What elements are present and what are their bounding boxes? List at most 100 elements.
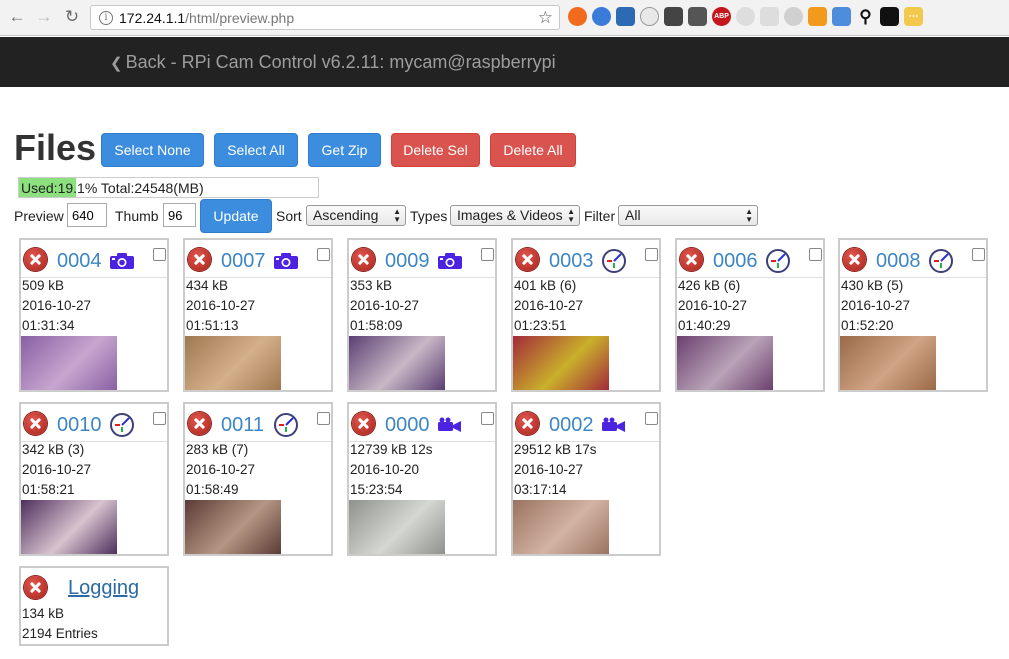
extension-icon[interactable] <box>760 7 779 26</box>
types-select-value: Images & Videos <box>457 207 563 223</box>
card-header: 0008 <box>840 240 986 278</box>
browser-toolbar: ← → ↻ i 172.24.1.1/html/preview.php ☆ AB… <box>0 0 1009 36</box>
file-size: 29512 kB 17s <box>514 442 597 457</box>
delete-icon[interactable] <box>516 412 539 435</box>
timelapse-icon <box>601 248 627 279</box>
select-checkbox[interactable] <box>153 248 166 261</box>
file-card: 0003 401 kB (6) 2016-10-27 01:23:51 <box>511 238 661 392</box>
select-none-button[interactable]: Select None <box>101 133 204 167</box>
thumbnail-image[interactable] <box>21 500 117 554</box>
logging-link[interactable]: Logging <box>68 577 139 600</box>
delete-icon[interactable] <box>352 412 375 435</box>
select-checkbox[interactable] <box>153 412 166 425</box>
back-link[interactable]: Back <box>126 52 166 72</box>
preview-label: Preview <box>14 208 64 224</box>
chevron-left-icon: ❮ <box>110 55 123 72</box>
video-icon <box>601 417 627 438</box>
types-select[interactable]: Images & Videos ▲ ▼ <box>450 205 580 226</box>
extension-icon[interactable] <box>688 7 707 26</box>
delete-all-button[interactable]: Delete All <box>490 133 576 167</box>
file-link[interactable]: 0003 <box>549 250 594 273</box>
delete-icon[interactable] <box>24 412 47 435</box>
file-link[interactable]: 0000 <box>385 414 430 437</box>
forward-arrow-icon[interactable]: → <box>35 8 53 26</box>
thumbnail-image[interactable] <box>513 500 609 554</box>
delete-icon[interactable] <box>352 248 375 271</box>
get-zip-button[interactable]: Get Zip <box>308 133 381 167</box>
navbar-brand[interactable]: ❮ Back - RPi Cam Control v6.2.11: mycam@r… <box>110 52 556 73</box>
pocket-icon[interactable] <box>664 7 683 26</box>
back-arrow-icon[interactable]: ← <box>8 8 26 26</box>
delete-icon[interactable] <box>843 248 866 271</box>
select-checkbox[interactable] <box>645 412 658 425</box>
search-icon[interactable]: ⚲ <box>856 7 875 26</box>
extension-icon[interactable] <box>616 7 635 26</box>
filter-select-value: All <box>625 207 641 223</box>
file-link[interactable]: 0002 <box>549 414 594 437</box>
thumb-size-input[interactable] <box>163 203 196 227</box>
thumbnail-image[interactable] <box>349 336 445 390</box>
file-link[interactable]: 0010 <box>57 414 102 437</box>
delete-icon[interactable] <box>24 576 47 599</box>
thumbnail-image[interactable] <box>840 336 936 390</box>
file-link[interactable]: 0008 <box>876 250 921 273</box>
sort-label: Sort <box>276 208 302 224</box>
file-link[interactable]: 0009 <box>385 250 430 273</box>
thumbnail-image[interactable] <box>21 336 117 390</box>
delete-icon[interactable] <box>188 248 211 271</box>
select-checkbox[interactable] <box>481 248 494 261</box>
thumbnail-image[interactable] <box>513 336 609 390</box>
page-title: Files <box>14 127 97 168</box>
extension-icon[interactable] <box>736 7 755 26</box>
delete-icon[interactable] <box>24 248 47 271</box>
file-link[interactable]: 0004 <box>57 250 102 273</box>
select-checkbox[interactable] <box>972 248 985 261</box>
update-button[interactable]: Update <box>200 199 272 233</box>
select-checkbox[interactable] <box>317 412 330 425</box>
preview-size-input[interactable] <box>67 203 107 227</box>
delete-icon[interactable] <box>516 248 539 271</box>
sort-select[interactable]: Ascending ▲ ▼ <box>306 205 406 226</box>
thumbnail-image[interactable] <box>349 500 445 554</box>
file-size: 426 kB (6) <box>678 278 741 293</box>
thumb-label: Thumb <box>115 208 159 224</box>
adblock-icon[interactable]: ABP <box>712 7 731 26</box>
file-card: 0006 426 kB (6) 2016-10-27 01:40:29 <box>675 238 825 392</box>
thumbnail-image[interactable] <box>185 500 281 554</box>
extension-icon[interactable] <box>568 7 587 26</box>
url-host: 172.24.1.1 <box>119 10 186 26</box>
file-card: 0009 353 kB 2016-10-27 01:58:09 <box>347 238 497 392</box>
info-icon[interactable]: i <box>99 11 113 25</box>
video-icon <box>437 417 463 438</box>
file-date: 2016-10-27 <box>678 298 748 313</box>
extension-icon[interactable] <box>784 7 803 26</box>
delete-selected-button[interactable]: Delete Sel <box>391 133 480 167</box>
extension-icon[interactable] <box>808 7 827 26</box>
bookmark-star-icon[interactable]: ☆ <box>538 8 553 28</box>
reload-icon[interactable]: ↻ <box>63 8 81 26</box>
address-bar[interactable]: i 172.24.1.1/html/preview.php ☆ <box>90 5 560 30</box>
select-checkbox[interactable] <box>809 248 822 261</box>
file-size: 353 kB <box>350 278 393 293</box>
select-checkbox[interactable] <box>481 412 494 425</box>
select-all-button[interactable]: Select All <box>214 133 298 167</box>
file-date: 2016-10-27 <box>514 298 584 313</box>
extension-icon[interactable] <box>640 7 659 26</box>
extension-icon[interactable] <box>880 7 899 26</box>
delete-icon[interactable] <box>680 248 703 271</box>
menu-icon[interactable]: ⋯ <box>904 7 923 26</box>
thumbnail-image[interactable] <box>185 336 281 390</box>
select-arrows-icon: ▲ ▼ <box>567 207 575 224</box>
address-url[interactable]: 172.24.1.1/html/preview.php <box>119 10 294 26</box>
file-link[interactable]: 0011 <box>221 414 264 437</box>
select-checkbox[interactable] <box>317 248 330 261</box>
extension-icon[interactable] <box>592 7 611 26</box>
select-checkbox[interactable] <box>645 248 658 261</box>
card-header: 0011 <box>185 404 331 442</box>
filter-select[interactable]: All ▲ ▼ <box>618 205 758 226</box>
delete-icon[interactable] <box>188 412 211 435</box>
file-link[interactable]: 0007 <box>221 250 266 273</box>
extension-icon[interactable] <box>832 7 851 26</box>
thumbnail-image[interactable] <box>677 336 773 390</box>
file-link[interactable]: 0006 <box>713 250 758 273</box>
